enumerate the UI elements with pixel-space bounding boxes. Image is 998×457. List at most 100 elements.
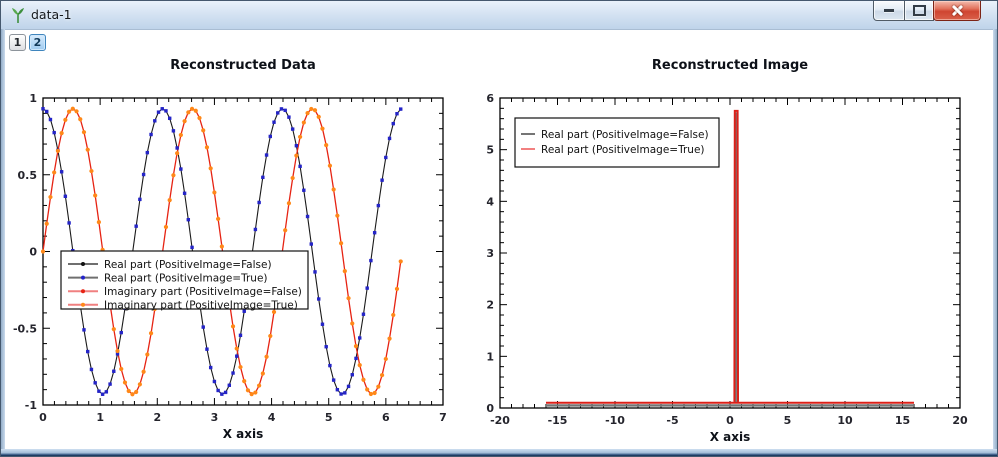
series-marker: [317, 297, 320, 300]
series-marker: [90, 368, 93, 371]
series-marker: [283, 228, 287, 232]
chart-reconstructed-image[interactable]: Reconstructed Image-20-15-10-50510152001…: [473, 51, 995, 453]
series-marker: [305, 111, 309, 115]
series-marker: [302, 120, 306, 124]
series-marker: [339, 392, 342, 395]
series-marker: [317, 115, 321, 119]
series-marker: [392, 122, 395, 125]
series-marker: [179, 133, 183, 137]
series-marker: [272, 120, 275, 123]
series-marker: [112, 370, 115, 373]
series-marker: [119, 367, 123, 371]
series-marker: [387, 337, 391, 341]
y-tick-label: 1: [29, 92, 37, 105]
series-marker: [216, 389, 219, 392]
series-marker: [358, 336, 361, 339]
series-marker: [105, 390, 108, 393]
series-marker: [346, 296, 350, 300]
series-marker: [187, 218, 190, 221]
series-marker: [287, 201, 291, 205]
series-marker: [250, 392, 254, 396]
series-marker: [108, 382, 111, 385]
series-marker: [212, 190, 216, 194]
maximize-button[interactable]: [904, 1, 934, 21]
series-marker: [186, 110, 190, 114]
chart-reconstructed-data[interactable]: Reconstructed Data01234567-1-0.500.51X a…: [3, 51, 473, 453]
series-marker: [164, 109, 167, 112]
series-marker: [49, 118, 52, 121]
series-marker: [399, 259, 403, 263]
minimize-button[interactable]: [873, 1, 905, 21]
close-button[interactable]: [933, 1, 981, 21]
y-tick-label: -1: [25, 399, 37, 412]
tab-page-2[interactable]: 2: [29, 34, 46, 51]
x-tick-label: 6: [382, 411, 390, 424]
series-marker: [41, 249, 45, 253]
series-marker: [309, 107, 313, 111]
series-marker: [231, 371, 234, 374]
series-marker: [328, 364, 331, 367]
series-marker: [138, 198, 141, 201]
minimize-icon: [884, 9, 894, 12]
series-marker: [142, 370, 146, 374]
series-marker: [287, 115, 290, 118]
series-marker: [276, 111, 279, 114]
series-marker: [313, 108, 317, 112]
series-marker: [205, 145, 209, 149]
series-marker: [261, 371, 265, 375]
series-marker: [205, 347, 208, 350]
series-marker: [335, 214, 339, 218]
series-marker: [257, 201, 260, 204]
series-marker: [197, 116, 201, 120]
series-marker: [332, 378, 335, 381]
maximize-icon: [913, 5, 926, 16]
series-marker: [298, 165, 301, 168]
y-tick-label: 0.5: [18, 169, 38, 182]
series-marker: [339, 241, 343, 245]
series-marker: [242, 379, 246, 383]
series-marker: [213, 380, 216, 383]
titlebar[interactable]: data-1: [1, 1, 997, 30]
series-marker: [324, 143, 328, 147]
series-marker: [67, 221, 70, 224]
series-marker: [373, 391, 377, 395]
x-tick-label: -20: [490, 414, 510, 427]
series-marker: [52, 170, 56, 174]
app-window: data-1 1 2 Reconstructed Data01234567-1-…: [0, 0, 998, 457]
y-tick-label: -0.5: [13, 322, 37, 335]
series-marker: [127, 389, 131, 393]
legend-marker: [81, 303, 85, 307]
series-marker: [320, 127, 324, 131]
series-marker: [362, 313, 365, 316]
series-marker: [257, 383, 261, 387]
series-marker: [238, 365, 242, 369]
series-marker: [291, 176, 295, 180]
page-tabs: 1 2: [9, 34, 46, 51]
series-marker: [321, 323, 324, 326]
close-icon: [951, 4, 964, 17]
series-marker: [183, 192, 186, 195]
y-tick-label: 2: [486, 299, 494, 312]
series-marker: [134, 224, 137, 227]
series-marker: [365, 387, 369, 391]
series-marker: [130, 392, 134, 396]
series-marker: [142, 173, 145, 176]
series-marker: [377, 204, 380, 207]
series-marker: [220, 392, 223, 395]
series-marker: [343, 269, 347, 273]
window-border-left: [1, 29, 5, 450]
series-marker: [194, 109, 198, 113]
legend-marker: [81, 262, 85, 266]
series-marker: [351, 373, 354, 376]
series-marker: [60, 170, 63, 173]
x-tick-label: 0: [39, 411, 47, 424]
series-marker: [209, 366, 212, 369]
series-marker: [112, 327, 116, 331]
series-marker: [123, 380, 127, 384]
tab-page-1[interactable]: 1: [9, 34, 26, 51]
x-tick-label: 5: [784, 414, 792, 427]
series-marker: [246, 388, 250, 392]
series-marker: [161, 107, 164, 110]
x-tick-label: 4: [268, 411, 276, 424]
series-marker: [231, 324, 235, 328]
